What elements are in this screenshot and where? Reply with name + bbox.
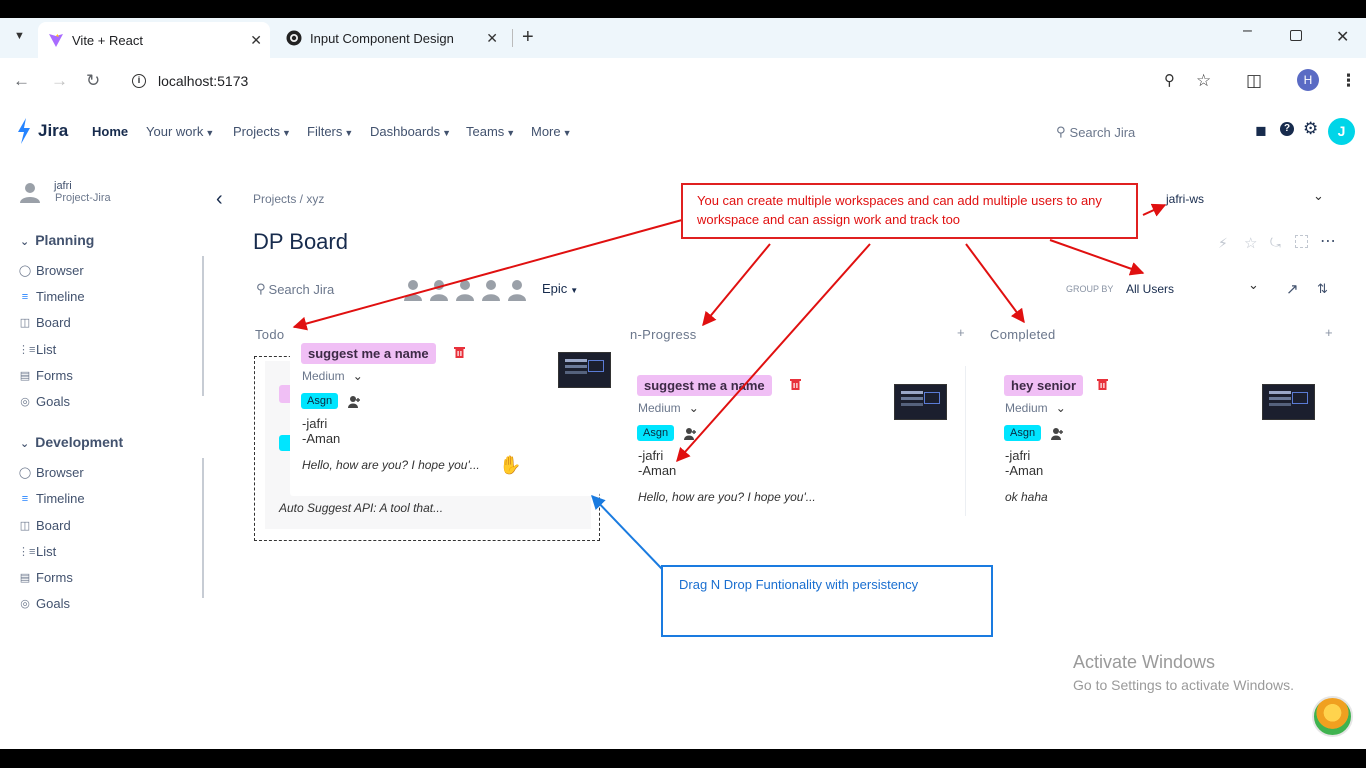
watermark-title: Activate Windows [1073,652,1216,672]
desktop-widget-icon[interactable] [1312,696,1353,737]
arrow-to-in-progress [702,243,771,327]
arrow-to-completed [965,243,1025,324]
arrow-to-assignees [676,243,871,463]
screen: ▼ Vite + React ✕ Input Component Design … [0,18,1366,749]
arrow-to-group-by [1049,239,1145,276]
arrow-to-workspace [1142,203,1167,217]
arrow-to-todo [292,219,683,331]
annotation-drag-drop: Drag N Drop Funtionality with persistenc… [661,565,993,637]
annotation-arrows [292,203,1167,570]
watermark-subtitle: Go to Settings to activate Windows. [1073,677,1294,693]
annotation-workspaces: You can create multiple workspaces and c… [681,183,1138,239]
arrow-to-drop-zone [591,494,663,570]
